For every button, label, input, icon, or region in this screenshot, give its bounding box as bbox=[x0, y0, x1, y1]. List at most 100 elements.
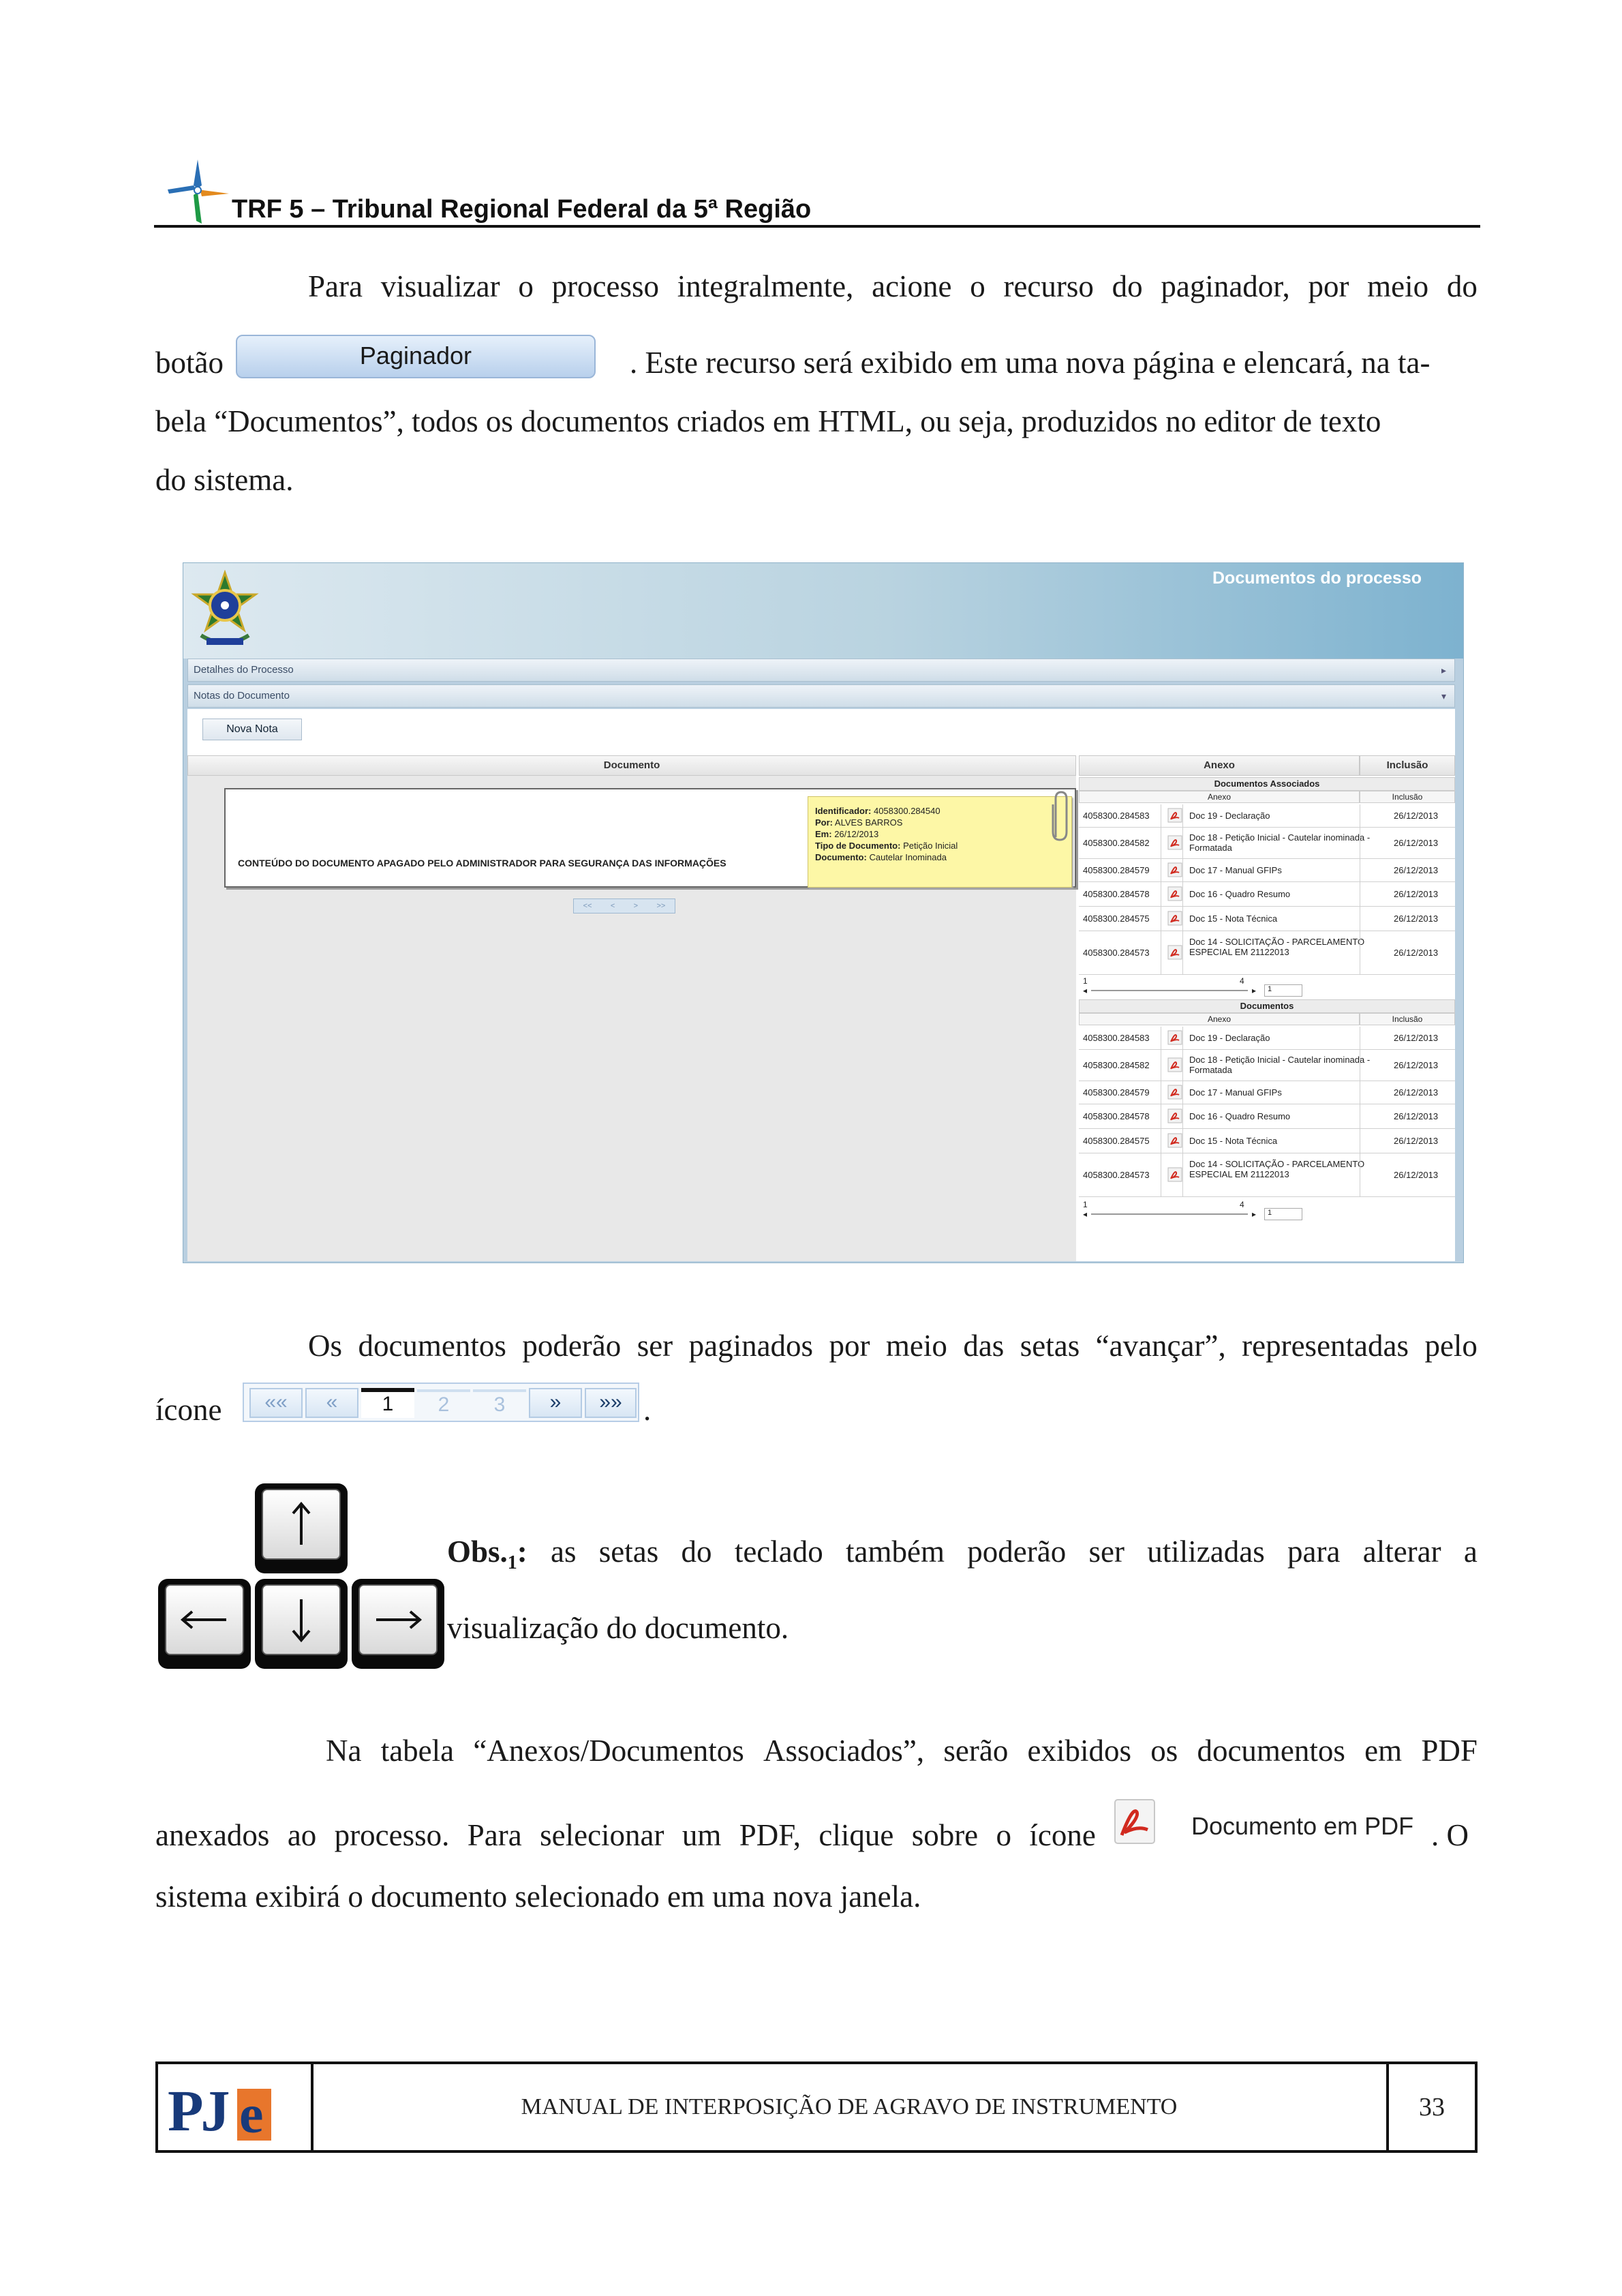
pdf-icon[interactable] bbox=[1167, 945, 1182, 960]
pdf-icon[interactable] bbox=[1167, 1030, 1182, 1045]
table-row[interactable]: 4058300.284578 Doc 16 - Quadro Resumo 26… bbox=[1079, 882, 1455, 907]
bar-detalhes-processo[interactable]: Detalhes do Processo ▸ bbox=[187, 659, 1455, 682]
assoc-table-footer: 1 4 ◂ ▸ 1 bbox=[1079, 975, 1455, 999]
scroll-left-icon[interactable]: ◂ bbox=[1083, 1209, 1087, 1219]
bar-notas-documento[interactable]: Notas do Documento ▾ bbox=[187, 684, 1455, 708]
row-name: Doc 16 - Quadro Resumo bbox=[1189, 889, 1291, 899]
pdf-icon[interactable] bbox=[1167, 886, 1182, 901]
row-name: Doc 18 - Petição Inicial - Cautelar inom… bbox=[1189, 1055, 1371, 1075]
arrow-right-key bbox=[352, 1579, 444, 1669]
pdf-document-icon[interactable] bbox=[1112, 1797, 1159, 1846]
para3-line3: sistema exibirá o documento selecionado … bbox=[155, 1879, 921, 1914]
paginador-button[interactable]: Paginador bbox=[236, 335, 596, 378]
pdf-document-label: Documento em PDF bbox=[1191, 1812, 1414, 1840]
arrow-left-icon bbox=[180, 1610, 226, 1629]
row-name: Doc 15 - Nota Técnica bbox=[1189, 1136, 1278, 1146]
row-date: 26/12/2013 bbox=[1394, 1170, 1439, 1180]
pdf-icon[interactable] bbox=[1167, 911, 1182, 926]
pdf-icon[interactable] bbox=[1167, 835, 1182, 850]
table-row[interactable]: 4058300.284583 Doc 19 - Declaração 26/12… bbox=[1079, 1027, 1455, 1050]
table-row[interactable]: 4058300.284579 Doc 17 - Manual GFIPs 26/… bbox=[1079, 1081, 1455, 1104]
document-column-header: Documento bbox=[187, 755, 1076, 776]
bar-notas-label: Notas do Documento bbox=[194, 690, 290, 701]
obs-line2: visualização do documento. bbox=[447, 1611, 789, 1645]
row-name: Doc 17 - Manual GFIPs bbox=[1189, 1087, 1282, 1098]
row-date: 26/12/2013 bbox=[1394, 1060, 1439, 1070]
last-page-button[interactable]: »» bbox=[585, 1388, 637, 1418]
mini-last-button[interactable]: >> bbox=[656, 902, 665, 910]
row-name: Doc 19 - Declaração bbox=[1189, 1033, 1270, 1043]
pdf-icon[interactable] bbox=[1167, 1085, 1182, 1100]
page-1-button[interactable]: 1 bbox=[361, 1388, 414, 1418]
table-row[interactable]: 4058300.284583 Doc 19 - Declaração 26/12… bbox=[1079, 804, 1455, 828]
table-row[interactable]: 4058300.284578 Doc 16 - Quadro Resumo 26… bbox=[1079, 1104, 1455, 1129]
prev-page-button[interactable]: « bbox=[305, 1388, 358, 1418]
table-row[interactable]: 4058300.284582 Doc 18 - Petição Inicial … bbox=[1079, 1050, 1455, 1081]
para1-line2-prefix: botão bbox=[155, 346, 224, 380]
obs-label: Obs.1: bbox=[447, 1535, 527, 1573]
scroll-right-icon[interactable]: ▸ bbox=[1252, 986, 1256, 995]
docs-title: Documentos bbox=[1079, 999, 1455, 1013]
footer-num-left: 1 bbox=[1083, 1200, 1088, 1209]
pdf-icon[interactable] bbox=[1167, 808, 1182, 823]
page-3-button[interactable]: 3 bbox=[473, 1389, 526, 1419]
row-date: 26/12/2013 bbox=[1394, 889, 1439, 899]
arrow-down-key bbox=[255, 1579, 348, 1669]
mini-next-button[interactable]: > bbox=[634, 902, 638, 910]
pje-logo: PJ e bbox=[168, 2076, 271, 2145]
pdf-icon[interactable] bbox=[1167, 1057, 1182, 1072]
keyboard-arrow-keys bbox=[158, 1483, 448, 1669]
table-row[interactable]: 4058300.284582 Doc 18 - Petição Inicial … bbox=[1079, 828, 1455, 859]
mini-first-button[interactable]: << bbox=[583, 902, 592, 910]
inclusao-header: Inclusão bbox=[1360, 755, 1455, 776]
nova-nota-button[interactable]: Nova Nota bbox=[202, 719, 302, 740]
footer-title: MANUAL DE INTERPOSIÇÃO DE AGRAVO DE INST… bbox=[521, 2094, 1178, 2119]
mini-prev-button[interactable]: < bbox=[611, 902, 615, 910]
row-id: 4058300.284582 bbox=[1083, 838, 1150, 848]
para3-line1: Na tabela “Anexos/Documentos Associados”, se… bbox=[326, 1734, 1478, 1768]
scroll-left-icon[interactable]: ◂ bbox=[1083, 986, 1087, 995]
expand-icon: ▸ bbox=[1441, 665, 1446, 676]
footer-num-left: 1 bbox=[1083, 976, 1088, 986]
row-id: 4058300.284575 bbox=[1083, 913, 1150, 924]
table-row[interactable]: 4058300.284573 Doc 14 - SOLICITAÇÃO - PA… bbox=[1079, 931, 1455, 975]
scroll-right-icon[interactable]: ▸ bbox=[1252, 1209, 1256, 1219]
row-id: 4058300.284579 bbox=[1083, 865, 1150, 875]
table-row[interactable]: 4058300.284579 Doc 17 - Manual GFIPs 26/… bbox=[1079, 859, 1455, 882]
table-row[interactable]: 4058300.284575 Doc 15 - Nota Técnica 26/… bbox=[1079, 1129, 1455, 1153]
page-input[interactable]: 1 bbox=[1264, 984, 1302, 997]
table-row[interactable]: 4058300.284573 Doc 14 - SOLICITAÇÃO - PA… bbox=[1079, 1153, 1455, 1197]
pdf-icon[interactable] bbox=[1167, 1108, 1182, 1123]
screenshot-title: Documentos do processo bbox=[1212, 569, 1422, 588]
footer-num-mid: 4 bbox=[1240, 976, 1244, 986]
table-row[interactable]: 4058300.284575 Doc 15 - Nota Técnica 26/… bbox=[1079, 907, 1455, 931]
attachments-panel: Anexo Inclusão Documentos Associados Ane… bbox=[1079, 755, 1455, 1261]
row-id: 4058300.284583 bbox=[1083, 811, 1150, 821]
row-date: 26/12/2013 bbox=[1394, 1087, 1439, 1098]
scroll-track[interactable] bbox=[1091, 990, 1248, 991]
row-date: 26/12/2013 bbox=[1394, 1111, 1439, 1121]
row-name: Doc 19 - Declaração bbox=[1189, 811, 1270, 821]
row-id: 4058300.284573 bbox=[1083, 948, 1150, 958]
document-info-note: Identificador: 4058300.284540 Por: ALVES… bbox=[808, 796, 1072, 888]
pdf-icon[interactable] bbox=[1167, 1133, 1182, 1148]
first-page-button[interactable]: «« bbox=[249, 1388, 303, 1418]
row-id: 4058300.284582 bbox=[1083, 1060, 1150, 1070]
next-page-button[interactable]: » bbox=[529, 1388, 582, 1418]
paperclip-icon bbox=[1052, 791, 1068, 841]
pdf-icon[interactable] bbox=[1167, 1167, 1182, 1182]
pdf-icon[interactable] bbox=[1167, 862, 1182, 877]
assoc-col-anexo: Anexo bbox=[1079, 791, 1360, 803]
header-rule bbox=[154, 225, 1480, 228]
page-input[interactable]: 1 bbox=[1264, 1208, 1302, 1220]
row-date: 26/12/2013 bbox=[1394, 1136, 1439, 1146]
scroll-track[interactable] bbox=[1091, 1213, 1248, 1215]
row-name: Doc 17 - Manual GFIPs bbox=[1189, 865, 1282, 875]
page-2-button[interactable]: 2 bbox=[417, 1389, 470, 1419]
arrow-left-key bbox=[158, 1579, 251, 1669]
obs-line1: as setas do teclado também poderão ser utilizad… bbox=[551, 1535, 1478, 1569]
para2-line2-prefix: ícone bbox=[155, 1393, 222, 1427]
mini-pager: << < > >> bbox=[573, 898, 675, 913]
header-title: TRF 5 – Tribunal Regional Federal da 5ª … bbox=[232, 195, 812, 224]
docs-col-inclusao: Inclusão bbox=[1360, 1013, 1455, 1025]
